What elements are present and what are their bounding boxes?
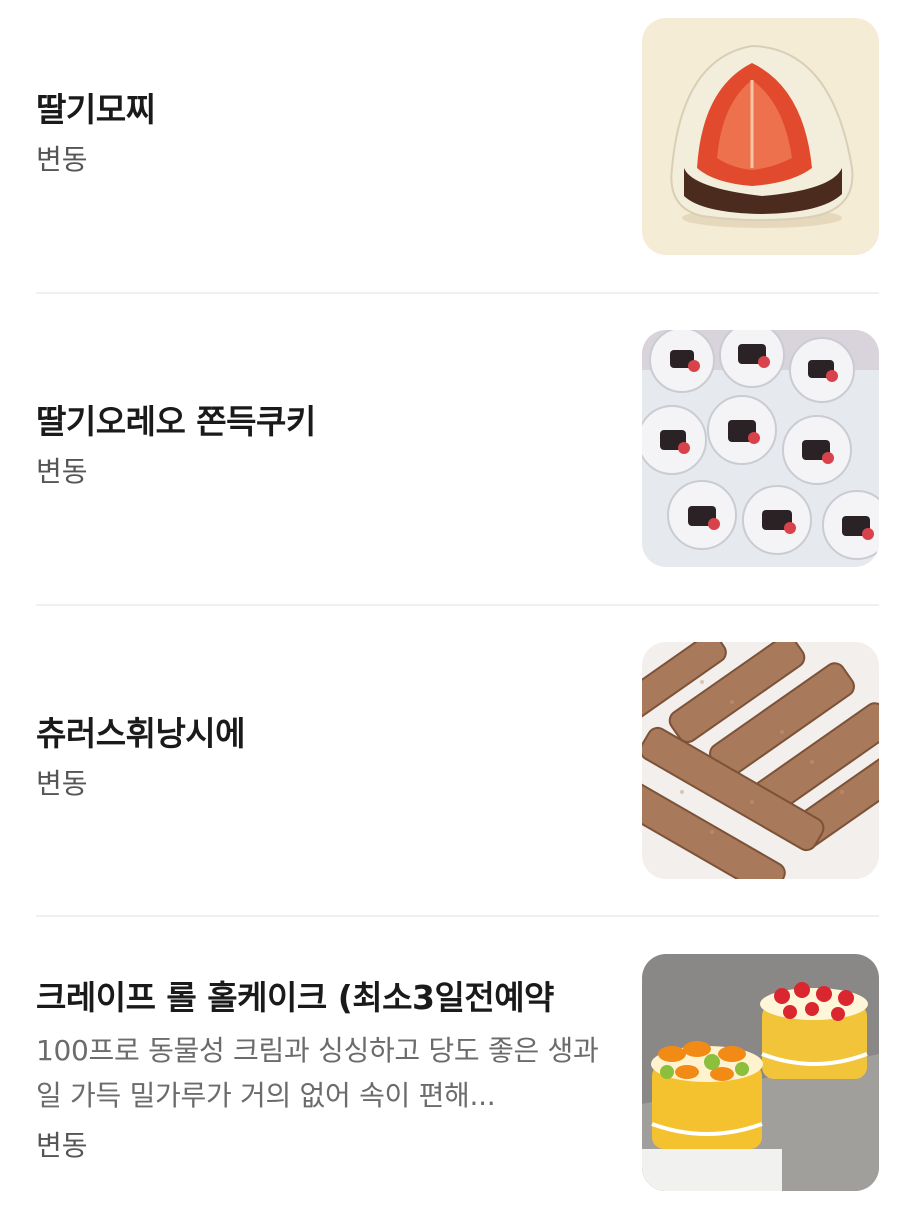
menu-list: 딸기모찌 변동 딸기오레오 쫀득쿠키 변동 츄러스휘낭시에 변동 크레이프 롤 …: [0, 0, 900, 1223]
menu-item-text: 크레이프 롤 홀케이크 (최소3일전예약 100프로 동물성 크림과 싱싱하고 …: [36, 976, 616, 1166]
menu-item-text: 딸기모찌 변동: [36, 88, 616, 180]
menu-item-strawberry-mochi[interactable]: 딸기모찌 변동: [36, 18, 879, 255]
strawberry-mochi-photo[interactable]: [642, 18, 879, 255]
menu-item-price: 변동: [36, 143, 88, 176]
divider: [36, 292, 879, 294]
menu-item-text: 딸기오레오 쫀득쿠키 변동: [36, 400, 616, 492]
menu-item-price: 변동: [36, 1129, 88, 1162]
menu-item-price: 변동: [36, 767, 88, 800]
menu-item-name: 딸기오레오 쫀득쿠키: [36, 402, 316, 441]
menu-item-name: 크레이프 롤 홀케이크 (최소3일전예약: [36, 978, 554, 1017]
menu-item-churros-financier[interactable]: 츄러스휘낭시에 변동: [36, 642, 879, 879]
menu-item-crepe-roll-cake[interactable]: 크레이프 롤 홀케이크 (최소3일전예약 100프로 동물성 크림과 싱싱하고 …: [36, 954, 879, 1191]
menu-item-price: 변동: [36, 455, 88, 488]
menu-item-description: 100프로 동물성 크림과 싱싱하고 당도 좋은 생과일 가득 밀가루가 거의 …: [36, 1034, 599, 1112]
divider: [36, 604, 879, 606]
strawberry-oreo-cookie-photo[interactable]: [642, 330, 879, 567]
menu-item-name: 딸기모찌: [36, 90, 156, 129]
menu-item-name: 츄러스휘낭시에: [36, 714, 246, 753]
churros-financier-photo[interactable]: [642, 642, 879, 879]
menu-item-text: 츄러스휘낭시에 변동: [36, 712, 616, 804]
crepe-roll-cake-photo[interactable]: [642, 954, 879, 1191]
menu-item-strawberry-oreo-cookie[interactable]: 딸기오레오 쫀득쿠키 변동: [36, 330, 879, 567]
divider: [36, 915, 879, 917]
